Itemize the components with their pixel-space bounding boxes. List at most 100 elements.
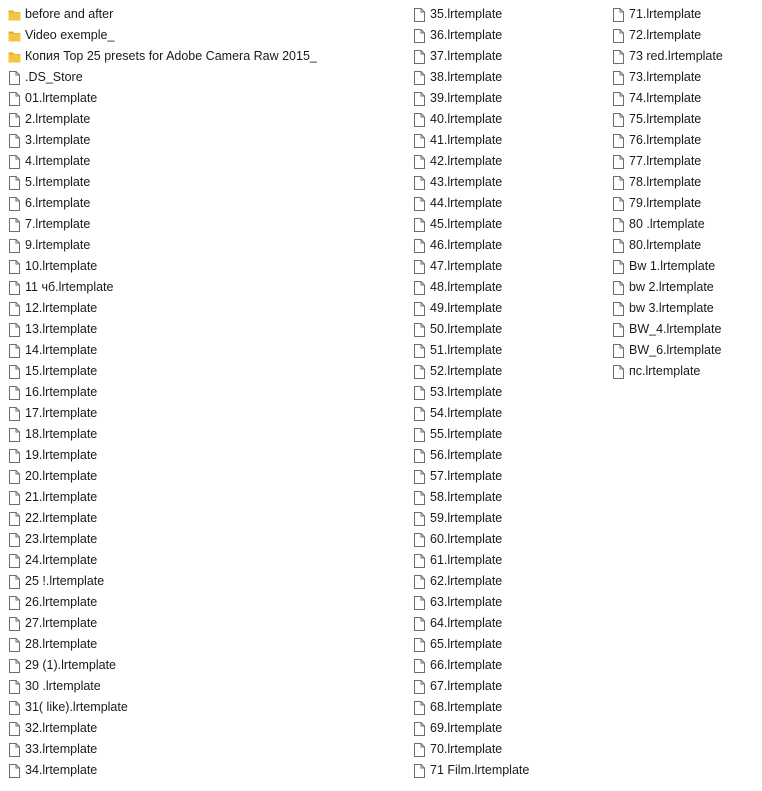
file-item[interactable]: 61.lrtemplate: [413, 550, 603, 571]
file-item[interactable]: 72.lrtemplate: [612, 25, 757, 46]
file-item[interactable]: 20.lrtemplate: [8, 466, 398, 487]
file-item[interactable]: 71.lrtemplate: [612, 4, 757, 25]
file-item[interactable]: 39.lrtemplate: [413, 88, 603, 109]
file-item[interactable]: 80 .lrtemplate: [612, 214, 757, 235]
file-item[interactable]: BW_4.lrtemplate: [612, 319, 757, 340]
file-item[interactable]: bw 3.lrtemplate: [612, 298, 757, 319]
file-item[interactable]: 60.lrtemplate: [413, 529, 603, 550]
file-item[interactable]: 31( like).lrtemplate: [8, 697, 398, 718]
file-item[interactable]: 77.lrtemplate: [612, 151, 757, 172]
file-item[interactable]: 79.lrtemplate: [612, 193, 757, 214]
file-item[interactable]: 63.lrtemplate: [413, 592, 603, 613]
file-item[interactable]: 78.lrtemplate: [612, 172, 757, 193]
file-item[interactable]: .DS_Store: [8, 67, 398, 88]
file-item[interactable]: 4.lrtemplate: [8, 151, 398, 172]
file-item[interactable]: 16.lrtemplate: [8, 382, 398, 403]
file-item[interactable]: 35.lrtemplate: [413, 4, 603, 25]
file-item[interactable]: 10.lrtemplate: [8, 256, 398, 277]
file-item[interactable]: 21.lrtemplate: [8, 487, 398, 508]
file-item[interactable]: 32.lrtemplate: [8, 718, 398, 739]
file-item[interactable]: bw 2.lrtemplate: [612, 277, 757, 298]
item-name: 4.lrtemplate: [25, 154, 91, 168]
file-item[interactable]: BW_6.lrtemplate: [612, 340, 757, 361]
file-item[interactable]: 40.lrtemplate: [413, 109, 603, 130]
file-item[interactable]: 68.lrtemplate: [413, 697, 603, 718]
file-item[interactable]: 41.lrtemplate: [413, 130, 603, 151]
file-item[interactable]: 18.lrtemplate: [8, 424, 398, 445]
file-item[interactable]: 52.lrtemplate: [413, 361, 603, 382]
file-item[interactable]: 44.lrtemplate: [413, 193, 603, 214]
file-item[interactable]: 64.lrtemplate: [413, 613, 603, 634]
file-item[interactable]: 71 Film.lrtemplate: [413, 760, 603, 781]
folder-item[interactable]: Video exemple_: [8, 25, 398, 46]
file-item[interactable]: 50.lrtemplate: [413, 319, 603, 340]
file-item[interactable]: 6.lrtemplate: [8, 193, 398, 214]
file-item[interactable]: 54.lrtemplate: [413, 403, 603, 424]
file-item[interactable]: 76.lrtemplate: [612, 130, 757, 151]
file-item[interactable]: 30 .lrtemplate: [8, 676, 398, 697]
file-item[interactable]: 42.lrtemplate: [413, 151, 603, 172]
file-item[interactable]: 14.lrtemplate: [8, 340, 398, 361]
file-icon: [8, 469, 21, 485]
file-item[interactable]: 80.lrtemplate: [612, 235, 757, 256]
file-item[interactable]: 7.lrtemplate: [8, 214, 398, 235]
file-item[interactable]: 67.lrtemplate: [413, 676, 603, 697]
file-item[interactable]: 3.lrtemplate: [8, 130, 398, 151]
file-item[interactable]: 58.lrtemplate: [413, 487, 603, 508]
file-item[interactable]: 65.lrtemplate: [413, 634, 603, 655]
file-item[interactable]: 33.lrtemplate: [8, 739, 398, 760]
file-item[interactable]: 11 чб.lrtemplate: [8, 277, 398, 298]
file-item[interactable]: 59.lrtemplate: [413, 508, 603, 529]
file-column-1: before and after Video exemple_ Копия Top …: [8, 4, 398, 781]
file-item[interactable]: 53.lrtemplate: [413, 382, 603, 403]
file-item[interactable]: 27.lrtemplate: [8, 613, 398, 634]
file-item[interactable]: 66.lrtemplate: [413, 655, 603, 676]
file-item[interactable]: 17.lrtemplate: [8, 403, 398, 424]
file-item[interactable]: 36.lrtemplate: [413, 25, 603, 46]
item-name: 46.lrtemplate: [430, 238, 503, 252]
file-item[interactable]: 69.lrtemplate: [413, 718, 603, 739]
file-icon: [8, 574, 21, 590]
file-item[interactable]: 9.lrtemplate: [8, 235, 398, 256]
file-item[interactable]: 23.lrtemplate: [8, 529, 398, 550]
file-item[interactable]: 12.lrtemplate: [8, 298, 398, 319]
file-item[interactable]: 55.lrtemplate: [413, 424, 603, 445]
file-item[interactable]: 26.lrtemplate: [8, 592, 398, 613]
file-item[interactable]: 24.lrtemplate: [8, 550, 398, 571]
file-item[interactable]: 29 (1).lrtemplate: [8, 655, 398, 676]
folder-item[interactable]: Копия Top 25 presets for Adobe Camera Ra…: [8, 46, 398, 67]
file-item[interactable]: 51.lrtemplate: [413, 340, 603, 361]
file-item[interactable]: 38.lrtemplate: [413, 67, 603, 88]
file-item[interactable]: 13.lrtemplate: [8, 319, 398, 340]
file-item[interactable]: пс.lrtemplate: [612, 361, 757, 382]
file-item[interactable]: 62.lrtemplate: [413, 571, 603, 592]
file-item[interactable]: 75.lrtemplate: [612, 109, 757, 130]
item-name: 53.lrtemplate: [430, 385, 503, 399]
file-item[interactable]: 57.lrtemplate: [413, 466, 603, 487]
file-item[interactable]: 45.lrtemplate: [413, 214, 603, 235]
file-item[interactable]: 46.lrtemplate: [413, 235, 603, 256]
file-item[interactable]: 73.lrtemplate: [612, 67, 757, 88]
file-item[interactable]: 01.lrtemplate: [8, 88, 398, 109]
file-item[interactable]: 2.lrtemplate: [8, 109, 398, 130]
file-item[interactable]: 48.lrtemplate: [413, 277, 603, 298]
file-item[interactable]: 37.lrtemplate: [413, 46, 603, 67]
file-item[interactable]: 56.lrtemplate: [413, 445, 603, 466]
item-name: 71.lrtemplate: [629, 7, 702, 21]
file-item[interactable]: 5.lrtemplate: [8, 172, 398, 193]
file-item[interactable]: 49.lrtemplate: [413, 298, 603, 319]
file-item[interactable]: 34.lrtemplate: [8, 760, 398, 781]
file-item[interactable]: 15.lrtemplate: [8, 361, 398, 382]
file-item[interactable]: 43.lrtemplate: [413, 172, 603, 193]
file-item[interactable]: 25 !.lrtemplate: [8, 571, 398, 592]
file-item[interactable]: 70.lrtemplate: [413, 739, 603, 760]
file-item[interactable]: 74.lrtemplate: [612, 88, 757, 109]
item-name: 28.lrtemplate: [25, 637, 98, 651]
folder-item[interactable]: before and after: [8, 4, 398, 25]
file-item[interactable]: 28.lrtemplate: [8, 634, 398, 655]
file-item[interactable]: Bw 1.lrtemplate: [612, 256, 757, 277]
file-item[interactable]: 47.lrtemplate: [413, 256, 603, 277]
file-item[interactable]: 19.lrtemplate: [8, 445, 398, 466]
file-item[interactable]: 73 red.lrtemplate: [612, 46, 757, 67]
file-item[interactable]: 22.lrtemplate: [8, 508, 398, 529]
